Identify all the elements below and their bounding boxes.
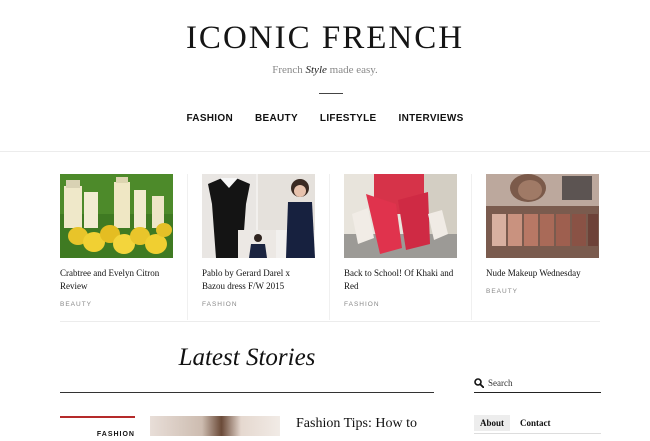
nav-item-lifestyle[interactable]: LIFESTYLE xyxy=(320,113,377,124)
featured-category[interactable]: BEAUTY xyxy=(486,288,599,295)
search-input[interactable] xyxy=(488,377,598,389)
latest-stories-rule xyxy=(60,392,434,393)
search-icon[interactable] xyxy=(474,378,484,388)
main-nav: FASHION BEAUTY LIFESTYLE INTERVIEWS xyxy=(0,113,650,124)
featured-card: Crabtree and Evelyn Citron Review BEAUTY xyxy=(60,174,188,320)
featured-category[interactable]: BEAUTY xyxy=(60,301,173,308)
site-title[interactable]: ICONIC FRENCH xyxy=(0,20,650,57)
tagline-post: made easy. xyxy=(329,64,378,76)
featured-title[interactable]: Crabtree and Evelyn Citron Review xyxy=(60,267,173,293)
post-title[interactable]: Fashion Tips: How to xyxy=(296,416,417,432)
sidebar-tabs: About Contact xyxy=(474,415,601,434)
featured-category[interactable]: FASHION xyxy=(202,301,315,308)
featured-divider xyxy=(60,321,600,322)
featured-card: Nude Makeup Wednesday BEAUTY xyxy=(472,174,613,320)
featured-title[interactable]: Pablo by Gerard Darel x Bazou dress F/W … xyxy=(202,267,315,293)
featured-title[interactable]: Nude Makeup Wednesday xyxy=(486,267,599,280)
nav-item-beauty[interactable]: BEAUTY xyxy=(255,113,298,124)
featured-card: Back to School! Of Khaki and Red FASHION xyxy=(330,174,472,320)
latest-stories-heading: Latest Stories xyxy=(178,344,316,371)
post-category-block: FASHION xyxy=(60,416,135,441)
search-box xyxy=(474,377,601,393)
featured-thumbnail[interactable] xyxy=(60,174,173,258)
header-rule xyxy=(0,151,650,152)
citron-products-image xyxy=(60,174,173,258)
featured-thumbnail[interactable] xyxy=(486,174,599,258)
tagline-pre: French xyxy=(272,64,303,76)
nav-item-interviews[interactable]: INTERVIEWS xyxy=(399,113,464,124)
featured-card: Pablo by Gerard Darel x Bazou dress F/W … xyxy=(188,174,330,320)
tagline-emphasis: Style xyxy=(305,64,327,76)
featured-category[interactable]: FASHION xyxy=(344,301,457,308)
featured-title[interactable]: Back to School! Of Khaki and Red xyxy=(344,267,457,293)
featured-thumbnail[interactable] xyxy=(344,174,457,258)
nav-item-fashion[interactable]: FASHION xyxy=(186,113,233,124)
red-shoes-image xyxy=(344,174,457,258)
makeup-palette-image xyxy=(486,174,599,258)
dress-collage-image xyxy=(202,174,315,258)
tab-about[interactable]: About xyxy=(474,415,511,431)
post-thumbnail[interactable] xyxy=(150,416,280,436)
header-divider xyxy=(319,93,343,94)
tab-contact[interactable]: Contact xyxy=(514,415,557,431)
tagline: French Style made easy. xyxy=(0,64,650,76)
featured-thumbnail[interactable] xyxy=(202,174,315,258)
featured-posts: Crabtree and Evelyn Citron Review BEAUTY… xyxy=(60,174,600,320)
post-category[interactable]: FASHION xyxy=(97,431,135,438)
